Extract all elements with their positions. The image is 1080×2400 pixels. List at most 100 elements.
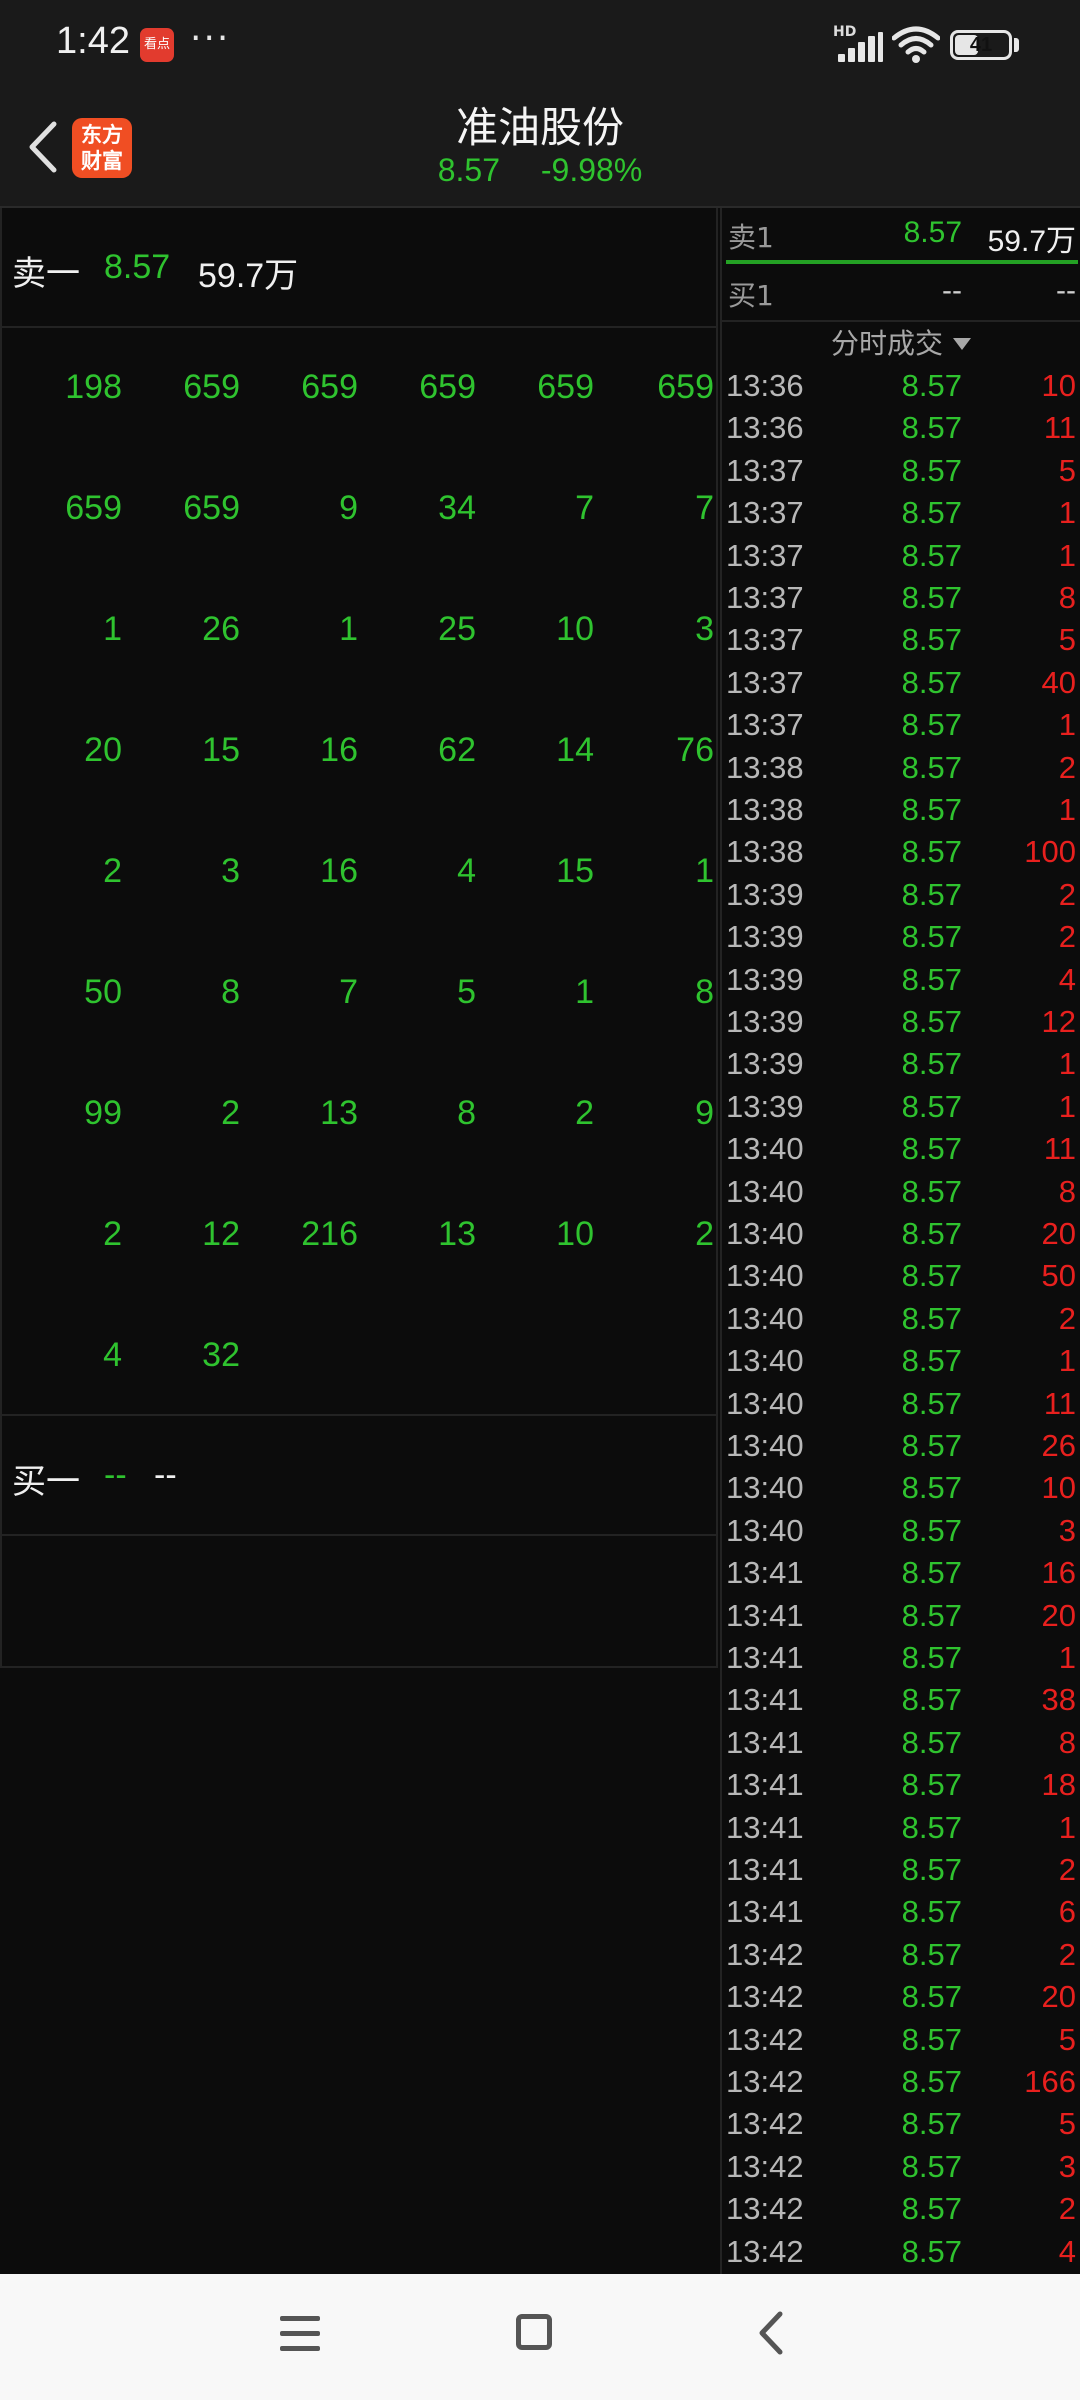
tick-volume: 1 [1058,537,1076,573]
tick-time: 13:39 [726,1088,804,1124]
order-book-ask-row[interactable]: 卖1 8.57 59.7万 [722,208,1080,262]
order-book-divider [726,260,1078,264]
ticks-dropdown[interactable]: 分时成交 [722,320,1080,366]
tick-time: 13:42 [726,1979,804,2015]
tick-time: 13:37 [726,495,804,531]
tick-time: 13:36 [726,368,804,403]
tick-price: 8.57 [901,1640,962,1675]
buy-level-label: 买一 [12,1462,80,1502]
tick-time: 13:40 [726,1385,804,1421]
queue-order-volume: 13 [438,1215,476,1253]
menu-icon[interactable] [280,2316,320,2352]
tick-volume: 2 [1058,2191,1076,2227]
queue-order-volume: 1 [575,973,594,1011]
trade-detail-panel: 卖1 8.57 59.7万 买1 -- -- 分时成交 13:36 8.57 10 1… [720,208,1080,2274]
sell-level-row[interactable]: 卖一 8.57 59.7万 [2,208,718,328]
tick-volume: 1 [1058,792,1076,827]
status-time: 1:42 [56,20,130,62]
tick-row: 13:40 8.57 20 [722,1216,1080,1258]
tick-price: 8.57 [901,1385,962,1421]
tick-price: 8.57 [901,1173,962,1209]
tick-time: 13:37 [726,580,804,615]
tick-price: 8.57 [901,1597,962,1633]
tick-volume: 10 [1041,1470,1076,1506]
tick-price: 8.57 [901,368,962,403]
tick-volume: 20 [1041,1979,1076,2015]
tick-row: 13:41 8.57 18 [722,1767,1080,1809]
tick-volume: 5 [1058,2021,1076,2057]
tick-volume: 2 [1058,1936,1076,1972]
tick-price: 8.57 [901,919,962,955]
tick-price: 8.57 [901,2148,962,2184]
tick-volume: 1 [1058,1640,1076,1675]
tick-price: 8.57 [901,410,962,446]
tick-price: 8.57 [901,1512,962,1548]
sell-level-price: 8.57 [104,248,171,286]
queue-row: 659 659 9 34 7 7 [2,489,718,549]
tick-row: 13:38 8.57 2 [722,750,1080,792]
tick-row: 13:42 8.57 2 [722,2191,1080,2233]
home-icon[interactable] [516,2314,552,2350]
order-queue-grid: 198 659 659 659 659 659 659 659 9 34 7 7 1 26 1 25 10 3 20… [2,328,718,1416]
queue-order-volume: 25 [438,610,476,648]
queue-order-volume: 9 [695,1094,714,1132]
system-nav-bar [0,2274,1080,2400]
tick-row: 13:37 8.57 40 [722,665,1080,707]
tick-volume: 40 [1041,664,1076,700]
tick-row: 13:42 8.57 3 [722,2149,1080,2191]
tick-price: 8.57 [901,622,962,658]
tick-volume: 12 [1041,1004,1076,1039]
tick-time: 13:41 [726,1724,804,1760]
tick-volume: 1 [1058,1046,1076,1082]
order-book-bid-row[interactable]: 买1 -- -- [722,266,1080,320]
tick-row: 13:40 8.57 2 [722,1301,1080,1343]
tick-price: 8.57 [901,452,962,488]
tick-volume: 50 [1041,1258,1076,1294]
tick-time: 13:42 [726,2021,804,2057]
tick-volume: 18 [1041,1767,1076,1803]
tick-time: 13:42 [726,1936,804,1972]
queue-order-volume: 34 [438,489,476,527]
queue-order-volume: 8 [695,973,714,1011]
tick-price: 8.57 [901,1809,962,1845]
queue-order-volume: 659 [537,368,594,406]
queue-order-volume: 659 [183,368,240,406]
tick-time: 13:41 [726,1682,804,1718]
tick-row: 13:42 8.57 5 [722,2106,1080,2148]
tick-volume: 166 [1024,2064,1076,2099]
tick-time: 13:40 [726,1428,804,1463]
tick-row: 13:36 8.57 10 [722,368,1080,410]
queue-order-volume: 10 [556,610,594,648]
tick-price: 8.57 [901,961,962,997]
tick-time: 13:39 [726,876,804,912]
bid-price: -- [942,274,962,307]
tick-price: 8.57 [901,1470,962,1506]
queue-row: 198 659 659 659 659 659 [2,368,718,428]
tick-row: 13:41 8.57 2 [722,1852,1080,1894]
tick-price: 8.57 [901,1046,962,1082]
queue-order-volume: 13 [320,1094,358,1132]
buy-level-row[interactable]: 买一 -- -- [2,1416,718,1536]
tick-volume: 1 [1058,707,1076,743]
tick-time: 13:41 [726,1852,804,1887]
tick-row: 13:42 8.57 4 [722,2234,1080,2276]
buy-level-volume: -- [154,1456,177,1494]
bid-volume: -- [1056,274,1076,307]
tick-time: 13:37 [726,707,804,743]
ask-price: 8.57 [903,216,962,249]
ask-volume: 59.7万 [987,225,1076,258]
tick-row: 13:36 8.57 11 [722,410,1080,452]
tick-row: 13:42 8.57 2 [722,1937,1080,1979]
tick-volume: 2 [1058,1852,1076,1887]
tick-row: 13:37 8.57 5 [722,453,1080,495]
tick-volume: 8 [1058,1724,1076,1760]
tick-time: 13:41 [726,1809,804,1845]
signal-icon [838,32,884,62]
tick-row: 13:41 8.57 16 [722,1555,1080,1597]
tick-row: 13:40 8.57 1 [722,1343,1080,1385]
tick-price: 8.57 [901,2021,962,2057]
queue-order-volume: 659 [657,368,714,406]
back-icon[interactable] [752,2308,792,2358]
queue-order-volume: 2 [103,852,122,890]
tick-price: 8.57 [901,1088,962,1124]
